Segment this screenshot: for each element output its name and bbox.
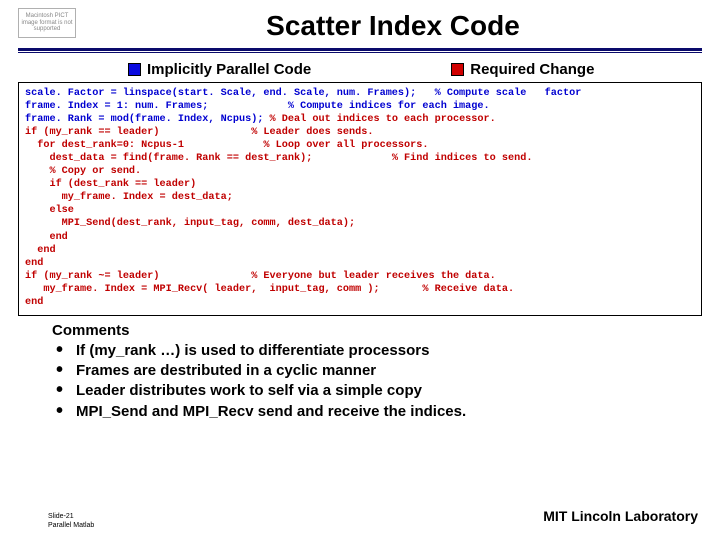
code-listing: scale. Factor = linspace(start. Scale, e… xyxy=(18,82,702,316)
legend-label: Implicitly Parallel Code xyxy=(147,61,311,78)
comment-item: If (my_rank …) is used to differentiate … xyxy=(52,341,702,361)
slide-title: Scatter Index Code xyxy=(84,8,702,42)
comments-section: Comments If (my_rank …) is used to diffe… xyxy=(18,322,702,422)
footer-right: MIT Lincoln Laboratory xyxy=(543,508,698,524)
pict-placeholder: Macintosh PICT image format is not suppo… xyxy=(18,8,76,38)
footer-left: Slide-21 Parallel Matlab xyxy=(48,513,94,530)
slide-number: Slide-21 xyxy=(48,513,94,521)
legend: Implicitly Parallel Code Required Change xyxy=(18,53,702,82)
comment-item: MPI_Send and MPI_Recv send and receive t… xyxy=(52,402,702,422)
square-icon xyxy=(451,63,464,76)
comment-item: Frames are destributed in a cyclic manne… xyxy=(52,361,702,381)
legend-required: Required Change xyxy=(451,61,594,78)
comments-heading: Comments xyxy=(52,322,702,339)
comment-item: Leader distributes work to self via a si… xyxy=(52,381,702,401)
square-icon xyxy=(128,63,141,76)
footer-subtitle: Parallel Matlab xyxy=(48,522,94,530)
legend-implicit: Implicitly Parallel Code xyxy=(128,61,311,78)
legend-label: Required Change xyxy=(470,61,594,78)
